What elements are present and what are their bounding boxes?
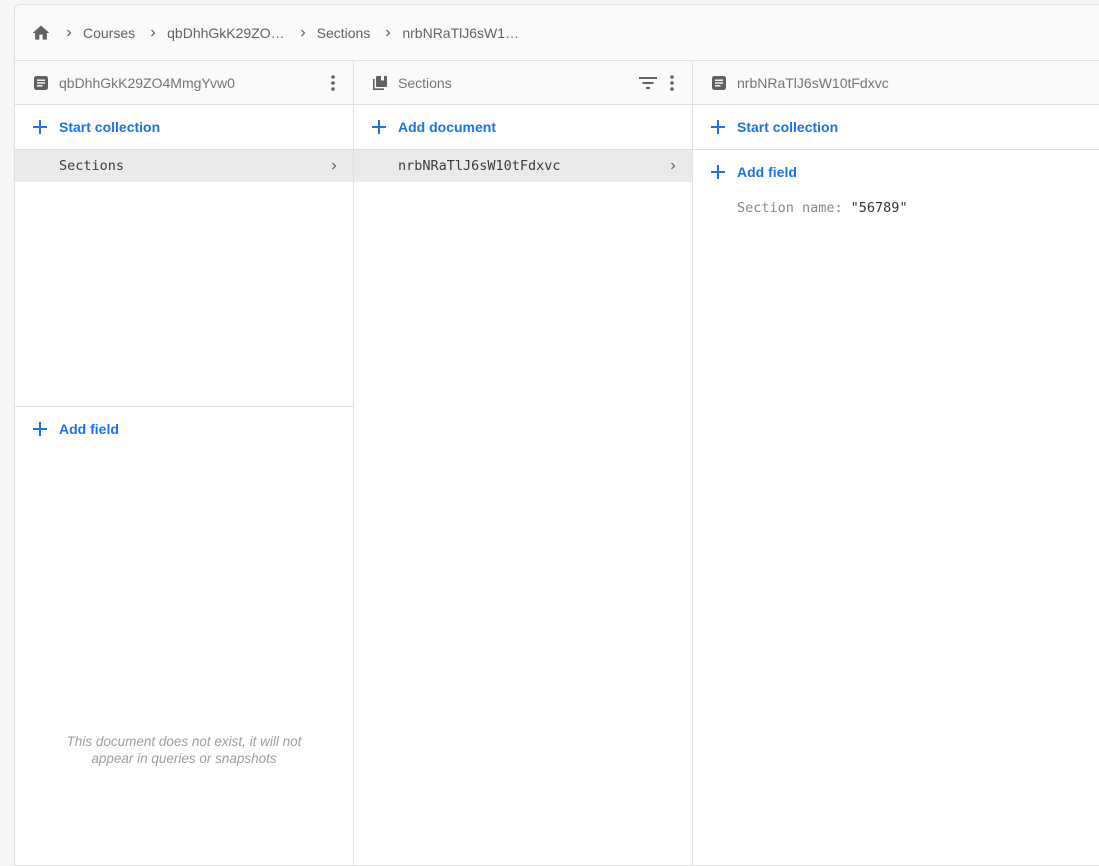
add-document-label: Add document bbox=[398, 119, 496, 135]
more-vert-icon[interactable] bbox=[662, 71, 682, 95]
chevron-right-icon bbox=[327, 159, 341, 173]
chevron-right-icon bbox=[666, 159, 680, 173]
add-document-button[interactable]: Add document bbox=[354, 105, 692, 150]
start-collection-label: Start collection bbox=[59, 119, 161, 135]
list-item[interactable]: Sections bbox=[15, 150, 353, 182]
plus-icon bbox=[31, 118, 49, 136]
column-header: Sections bbox=[354, 61, 692, 105]
start-collection-button[interactable]: Start collection bbox=[15, 105, 353, 150]
add-field-label: Add field bbox=[737, 164, 797, 180]
add-field-label: Add field bbox=[59, 421, 119, 437]
list-item[interactable]: nrbNRaTlJ6sW10tFdxvc bbox=[354, 150, 692, 182]
chevron-right-icon bbox=[293, 23, 313, 43]
plus-icon bbox=[370, 118, 388, 136]
more-vert-icon[interactable] bbox=[323, 71, 343, 95]
column-sections-collection: Sections Add document nrbNRaTlJ6sW10tFdx… bbox=[354, 61, 693, 865]
plus-icon bbox=[709, 163, 727, 181]
add-field-button[interactable]: Add field bbox=[15, 407, 353, 451]
collection-name: Sections bbox=[59, 158, 125, 174]
chevron-right-icon bbox=[59, 23, 79, 43]
fields-section: Add field bbox=[15, 406, 353, 451]
plus-icon bbox=[709, 118, 727, 136]
chevron-right-icon bbox=[378, 23, 398, 43]
home-icon[interactable] bbox=[31, 23, 51, 43]
document-not-exist-notice: This document does not exist, it will no… bbox=[66, 734, 302, 766]
plus-icon bbox=[31, 420, 49, 438]
start-collection-label: Start collection bbox=[737, 119, 839, 135]
breadcrumb: Courses qbDhhGkK29ZO… Sections nrbNRaTlJ… bbox=[15, 5, 1099, 61]
column-section-document: nrbNRaTlJ6sW10tFdxvc Start collection Ad… bbox=[693, 61, 1099, 865]
chevron-right-icon bbox=[143, 23, 163, 43]
firestore-panel: Courses qbDhhGkK29ZO… Sections nrbNRaTlJ… bbox=[14, 4, 1099, 866]
filter-icon[interactable] bbox=[638, 71, 658, 95]
collection-icon bbox=[372, 75, 388, 91]
column-title: Sections bbox=[398, 74, 452, 91]
column-title: qbDhhGkK29ZO4MmgYvw0 bbox=[59, 74, 235, 91]
document-icon bbox=[33, 75, 49, 91]
breadcrumb-item-course-doc[interactable]: qbDhhGkK29ZO… bbox=[167, 25, 285, 41]
data-columns: qbDhhGkK29ZO4MmgYvw0 Start collection Se… bbox=[15, 61, 1099, 865]
column-course-document: qbDhhGkK29ZO4MmgYvw0 Start collection Se… bbox=[15, 61, 354, 865]
breadcrumb-item-courses[interactable]: Courses bbox=[83, 25, 135, 41]
field-value: "56789" bbox=[850, 200, 908, 216]
start-collection-button[interactable]: Start collection bbox=[693, 105, 1099, 150]
breadcrumb-item-sections[interactable]: Sections bbox=[317, 25, 371, 41]
column-title: nrbNRaTlJ6sW10tFdxvc bbox=[737, 74, 889, 91]
column-header: nrbNRaTlJ6sW10tFdxvc bbox=[693, 61, 1099, 105]
document-icon bbox=[711, 75, 727, 91]
breadcrumb-item-section-doc[interactable]: nrbNRaTlJ6sW1… bbox=[402, 25, 519, 41]
column-header: qbDhhGkK29ZO4MmgYvw0 bbox=[15, 61, 353, 105]
field-row[interactable]: Section name: "56789" bbox=[693, 194, 1099, 222]
add-field-button[interactable]: Add field bbox=[693, 150, 1099, 194]
document-id: nrbNRaTlJ6sW10tFdxvc bbox=[398, 158, 561, 174]
field-key: Section name: bbox=[737, 200, 843, 216]
